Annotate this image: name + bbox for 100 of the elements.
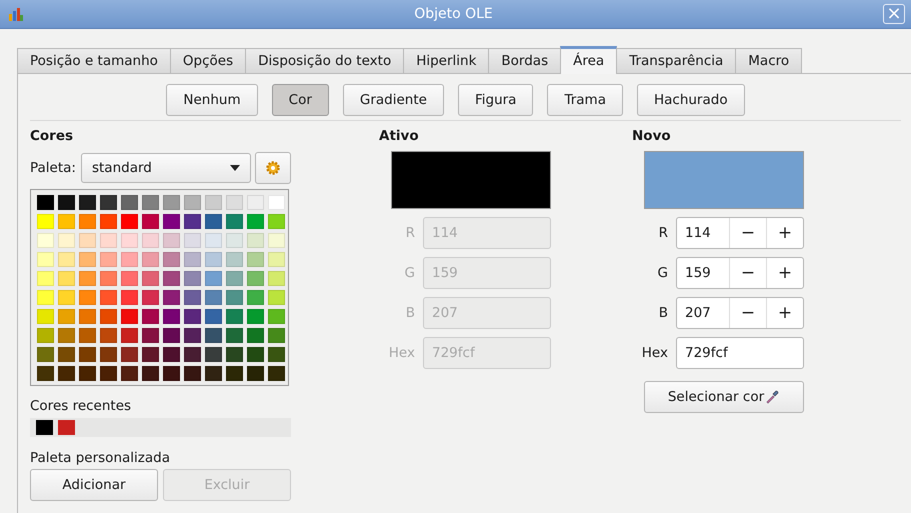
color-swatch[interactable] bbox=[226, 309, 243, 324]
color-swatch[interactable] bbox=[79, 309, 96, 324]
color-swatch[interactable] bbox=[79, 328, 96, 343]
color-swatch[interactable] bbox=[37, 347, 54, 362]
color-swatch[interactable] bbox=[121, 214, 138, 229]
spin-button[interactable]: − bbox=[729, 218, 766, 248]
color-swatch[interactable] bbox=[205, 271, 222, 286]
color-swatch[interactable] bbox=[268, 347, 285, 362]
color-swatch[interactable] bbox=[37, 233, 54, 248]
color-swatch[interactable] bbox=[121, 290, 138, 305]
spin-field[interactable]: 159 − + bbox=[676, 257, 804, 289]
color-swatch[interactable] bbox=[184, 233, 201, 248]
color-swatch[interactable] bbox=[205, 328, 222, 343]
tab[interactable]: Macro bbox=[735, 48, 802, 74]
color-swatch[interactable] bbox=[205, 366, 222, 381]
color-swatch[interactable] bbox=[142, 328, 159, 343]
color-swatch[interactable] bbox=[100, 366, 117, 381]
color-swatch[interactable] bbox=[37, 366, 54, 381]
color-swatch[interactable] bbox=[37, 252, 54, 267]
color-swatch[interactable] bbox=[79, 233, 96, 248]
color-swatch[interactable] bbox=[268, 366, 285, 381]
color-swatch[interactable] bbox=[121, 252, 138, 267]
color-swatch[interactable] bbox=[121, 233, 138, 248]
color-swatch[interactable] bbox=[79, 366, 96, 381]
color-swatch[interactable] bbox=[247, 309, 264, 324]
spin-button[interactable]: + bbox=[766, 258, 803, 288]
spin-field[interactable]: 114 − + bbox=[676, 217, 804, 249]
color-swatch[interactable] bbox=[58, 366, 75, 381]
color-swatch[interactable] bbox=[121, 347, 138, 362]
color-swatch[interactable] bbox=[247, 195, 264, 210]
color-swatch[interactable] bbox=[58, 309, 75, 324]
color-swatch[interactable] bbox=[184, 214, 201, 229]
color-swatch[interactable] bbox=[37, 214, 54, 229]
tab[interactable]: Bordas bbox=[488, 48, 562, 74]
color-swatch[interactable] bbox=[100, 214, 117, 229]
tab[interactable]: Hiperlink bbox=[403, 48, 490, 74]
color-swatch[interactable] bbox=[184, 366, 201, 381]
color-swatch[interactable] bbox=[142, 252, 159, 267]
color-swatch[interactable] bbox=[163, 195, 180, 210]
fill-type-button[interactable]: Nenhum bbox=[166, 84, 258, 116]
color-swatch[interactable] bbox=[268, 233, 285, 248]
color-swatch[interactable] bbox=[226, 233, 243, 248]
color-swatch[interactable] bbox=[184, 195, 201, 210]
color-swatch[interactable] bbox=[58, 271, 75, 286]
tab[interactable]: Opções bbox=[170, 48, 246, 74]
spin-button[interactable]: + bbox=[766, 218, 803, 248]
color-swatch[interactable] bbox=[205, 195, 222, 210]
color-swatch[interactable] bbox=[58, 290, 75, 305]
color-swatch[interactable] bbox=[247, 233, 264, 248]
color-swatch[interactable] bbox=[79, 252, 96, 267]
color-swatch[interactable] bbox=[205, 214, 222, 229]
color-swatch[interactable] bbox=[121, 195, 138, 210]
color-swatch[interactable] bbox=[184, 328, 201, 343]
color-swatch[interactable] bbox=[142, 366, 159, 381]
color-swatch[interactable] bbox=[58, 252, 75, 267]
tab[interactable]: Posição e tamanho bbox=[17, 48, 171, 74]
spin-button[interactable]: + bbox=[766, 298, 803, 328]
color-swatch[interactable] bbox=[247, 271, 264, 286]
color-swatch[interactable] bbox=[184, 309, 201, 324]
color-swatch[interactable] bbox=[163, 328, 180, 343]
color-swatch[interactable] bbox=[268, 214, 285, 229]
fill-type-button[interactable]: Cor bbox=[272, 84, 329, 116]
color-swatch[interactable] bbox=[247, 214, 264, 229]
color-swatch[interactable] bbox=[247, 347, 264, 362]
color-swatch[interactable] bbox=[79, 195, 96, 210]
color-swatch[interactable] bbox=[100, 347, 117, 362]
color-swatch[interactable] bbox=[184, 252, 201, 267]
color-swatch[interactable] bbox=[226, 366, 243, 381]
fill-type-button[interactable]: Trama bbox=[547, 84, 623, 116]
color-swatch[interactable] bbox=[268, 290, 285, 305]
color-swatch[interactable] bbox=[58, 347, 75, 362]
color-swatch[interactable] bbox=[205, 347, 222, 362]
color-swatch[interactable] bbox=[226, 347, 243, 362]
color-swatch[interactable] bbox=[121, 328, 138, 343]
color-swatch[interactable] bbox=[163, 252, 180, 267]
color-swatch[interactable] bbox=[58, 214, 75, 229]
color-swatch[interactable] bbox=[100, 328, 117, 343]
color-swatch[interactable] bbox=[205, 309, 222, 324]
color-swatch[interactable] bbox=[58, 420, 75, 435]
spin-button[interactable]: − bbox=[729, 258, 766, 288]
palette-button[interactable]: Adicionar bbox=[30, 469, 158, 501]
color-swatch[interactable] bbox=[100, 195, 117, 210]
color-swatch[interactable] bbox=[121, 309, 138, 324]
color-swatch[interactable] bbox=[226, 328, 243, 343]
color-swatch[interactable] bbox=[163, 214, 180, 229]
color-swatch[interactable] bbox=[37, 271, 54, 286]
color-swatch[interactable] bbox=[58, 195, 75, 210]
color-swatch[interactable] bbox=[142, 233, 159, 248]
color-swatch[interactable] bbox=[226, 252, 243, 267]
color-swatch[interactable] bbox=[36, 420, 53, 435]
color-swatch[interactable] bbox=[268, 271, 285, 286]
color-swatch[interactable] bbox=[247, 366, 264, 381]
color-swatch[interactable] bbox=[226, 195, 243, 210]
fill-type-button[interactable]: Hachurado bbox=[636, 84, 745, 116]
color-swatch[interactable] bbox=[121, 366, 138, 381]
spin-button[interactable]: − bbox=[729, 298, 766, 328]
color-swatch[interactable] bbox=[184, 347, 201, 362]
color-swatch[interactable] bbox=[205, 233, 222, 248]
color-swatch[interactable] bbox=[163, 271, 180, 286]
color-swatch[interactable] bbox=[100, 309, 117, 324]
